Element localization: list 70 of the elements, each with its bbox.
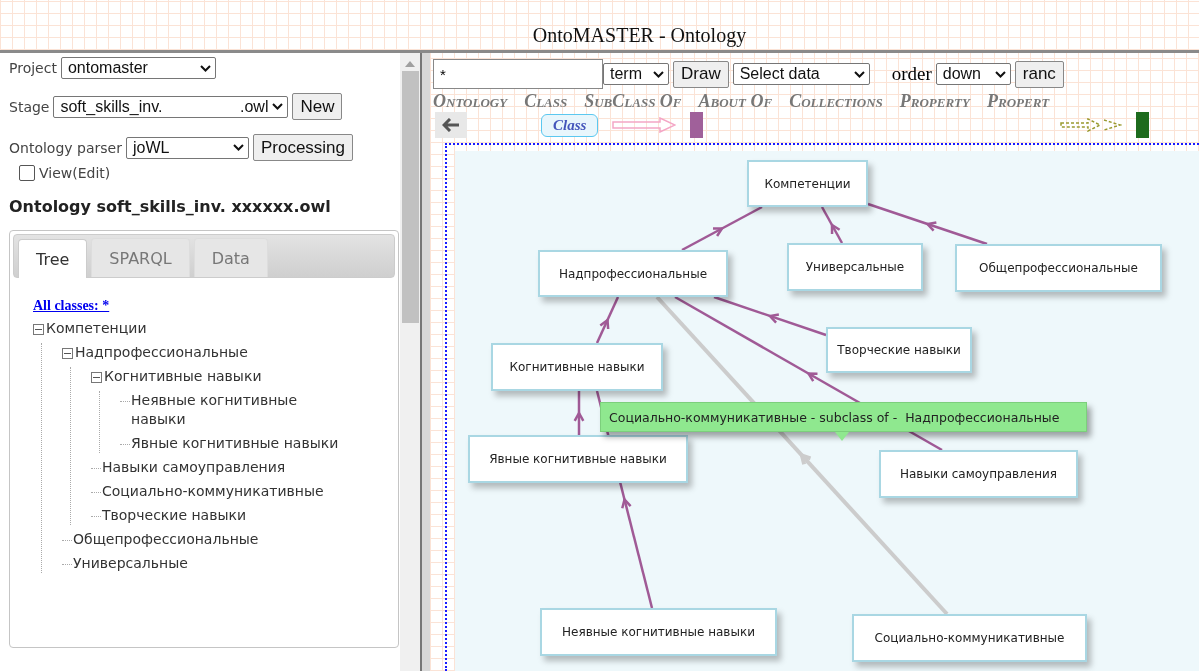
- class-node[interactable]: Явные когнитивные навыки: [468, 435, 688, 483]
- class-node[interactable]: Навыки самоуправления: [879, 450, 1078, 498]
- subclass-swatch: [690, 112, 704, 138]
- menu-item[interactable]: Propert: [986, 91, 1050, 111]
- menu-item[interactable]: Property: [899, 91, 970, 111]
- ontology-heading: Ontology soft_skills_inv. xxxxxx.owl: [9, 197, 332, 216]
- tree-item[interactable]: Универсальные: [73, 554, 188, 573]
- tree-item[interactable]: Неявные когнитивные навыки: [131, 391, 356, 429]
- class-node[interactable]: Компетенции: [747, 160, 868, 207]
- scrollbar-thumb[interactable]: [401, 71, 419, 323]
- tree-item[interactable]: Компетенции: [46, 319, 147, 338]
- tree-item[interactable]: Творческие навыки: [102, 506, 247, 525]
- processing-button[interactable]: Processing: [252, 134, 354, 161]
- class-node[interactable]: Творческие навыки: [826, 327, 972, 373]
- class-node[interactable]: Надпрофессиональные: [538, 250, 728, 297]
- tree-item[interactable]: Явные когнитивные навыки: [131, 434, 339, 453]
- class-node[interactable]: Неявные когнитивные навыки: [540, 608, 777, 656]
- tree-item[interactable]: Надпрофессиональные: [75, 343, 248, 362]
- data-dropdown[interactable]: Select data: [732, 63, 870, 85]
- menu-item[interactable]: About Of: [698, 91, 773, 111]
- chevron-icon: [994, 70, 1006, 78]
- ranc-button[interactable]: ranc: [1014, 60, 1064, 88]
- tree-item[interactable]: Общепрофессиональные: [73, 530, 259, 549]
- menu-item[interactable]: Collections: [789, 91, 883, 111]
- checkbox-label: View(Edit): [39, 165, 111, 181]
- menu-item[interactable]: Class: [524, 91, 568, 111]
- stage-label: Stage: [9, 98, 50, 115]
- tree-item[interactable]: Социально-коммуникативные: [102, 482, 324, 501]
- parser-dropdown[interactable]: joWL: [125, 136, 249, 159]
- scrollbar[interactable]: [400, 53, 420, 671]
- menu-item[interactable]: SubClass Of: [584, 91, 682, 111]
- collapse-toggle-icon[interactable]: [33, 324, 44, 335]
- property-swatch: [1136, 112, 1149, 138]
- order-dropdown[interactable]: down: [935, 63, 1011, 85]
- project-dropdown[interactable]: ontomaster: [60, 57, 216, 79]
- order-label: order: [891, 63, 932, 85]
- project-label: Project: [9, 60, 57, 76]
- class-node[interactable]: Когнитивные навыки: [491, 343, 663, 391]
- collapse-toggle-icon[interactable]: [62, 348, 73, 359]
- chevron-icon: [653, 70, 664, 78]
- term-dropdown[interactable]: term: [603, 63, 669, 85]
- chevron-icon: [272, 103, 284, 110]
- edge-tooltip: Социально-коммуникативные - subclass of - Надпрофессиональные: [600, 402, 1087, 432]
- outline-arrow-icon: [612, 117, 677, 133]
- collapse-toggle-icon[interactable]: [91, 372, 102, 383]
- tab[interactable]: Data: [193, 238, 268, 277]
- new-button[interactable]: New: [292, 93, 343, 120]
- class-legend: Class: [541, 113, 599, 137]
- class-node[interactable]: Универсальные: [787, 243, 923, 291]
- class-node[interactable]: Общепрофессиональные: [955, 244, 1162, 292]
- search-field[interactable]: *: [433, 59, 603, 89]
- back-button[interactable]: [435, 112, 467, 138]
- menu-item[interactable]: Ontology: [433, 91, 508, 111]
- tooltip-pointer: [835, 432, 849, 441]
- chevron-icon: [199, 64, 211, 72]
- chevron-icon: [232, 144, 244, 151]
- stage-dropdown[interactable]: soft_skills_inv. .owl: [53, 95, 289, 118]
- window-title: OntoMASTER - Ontology: [532, 24, 747, 49]
- tab[interactable]: SPARQL: [91, 238, 190, 277]
- tab[interactable]: Tree: [18, 239, 88, 278]
- tree-item[interactable]: Когнитивные навыки: [104, 367, 262, 386]
- parser-label: Ontology parser: [9, 139, 122, 156]
- all-classes-link[interactable]: All classes: *: [33, 298, 110, 313]
- chevron-icon: [853, 70, 865, 78]
- back-arrow-icon: [442, 118, 460, 132]
- dashed-arrow-icon: [1060, 118, 1122, 132]
- view-edit-checkbox[interactable]: [19, 165, 35, 181]
- draw-button[interactable]: Draw: [673, 60, 729, 88]
- tree-item[interactable]: Навыки самоуправления: [102, 458, 286, 477]
- class-node[interactable]: Социально-коммуникативные: [852, 614, 1087, 662]
